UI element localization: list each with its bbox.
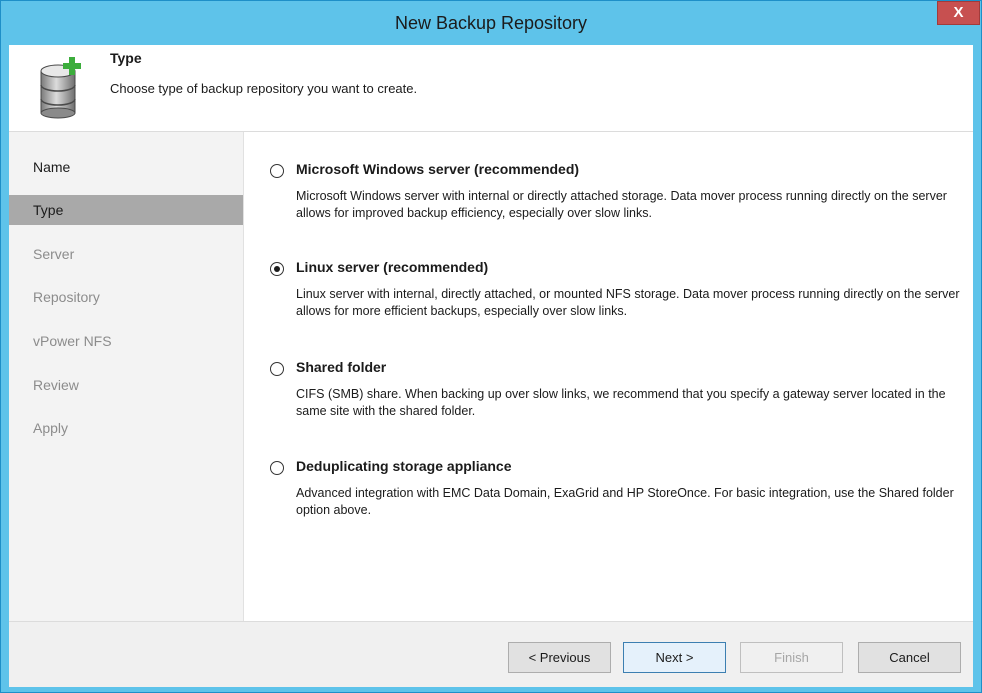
dialog-window: New Backup Repository X Type Choose type… bbox=[0, 0, 982, 693]
option-description: CIFS (SMB) share. When backing up over s… bbox=[296, 387, 946, 418]
page-title: Type bbox=[110, 50, 142, 66]
wizard-header: Type Choose type of backup repository yo… bbox=[9, 45, 973, 132]
title-bar[interactable]: New Backup Repository X bbox=[1, 1, 981, 45]
sidebar-item-server[interactable]: Server bbox=[9, 239, 243, 269]
page-description: Choose type of backup repository you wan… bbox=[110, 81, 418, 96]
shared-folder-radio[interactable] bbox=[270, 362, 284, 376]
windows-server-radio[interactable] bbox=[270, 164, 284, 178]
finish-button: Finish bbox=[740, 642, 843, 673]
option-label[interactable]: Linux server (recommended) bbox=[296, 259, 488, 275]
option-description: Linux server with internal, directly att… bbox=[296, 287, 960, 318]
option-label[interactable]: Shared folder bbox=[296, 359, 386, 375]
option-label[interactable]: Microsoft Windows server (recommended) bbox=[296, 161, 579, 177]
sidebar-item-type[interactable]: Type bbox=[9, 195, 243, 225]
sidebar-item-name[interactable]: Name bbox=[9, 152, 243, 182]
next-button[interactable]: Next > bbox=[623, 642, 726, 673]
sidebar-item-apply[interactable]: Apply bbox=[9, 413, 243, 443]
dedup-appliance-radio[interactable] bbox=[270, 461, 284, 475]
linux-server-radio[interactable] bbox=[270, 262, 284, 276]
previous-button[interactable]: < Previous bbox=[508, 642, 611, 673]
database-add-icon bbox=[40, 57, 81, 119]
option-description: Advanced integration with EMC Data Domai… bbox=[296, 486, 954, 517]
close-button[interactable]: X bbox=[937, 1, 980, 25]
sidebar-item-review[interactable]: Review bbox=[9, 370, 243, 400]
cancel-button[interactable]: Cancel bbox=[858, 642, 961, 673]
sidebar-item-repository[interactable]: Repository bbox=[9, 282, 243, 312]
wizard-steps-sidebar: Name Type Server Repository vPower NFS R… bbox=[9, 132, 244, 621]
window-title: New Backup Repository bbox=[394, 13, 588, 33]
option-label[interactable]: Deduplicating storage appliance bbox=[296, 458, 512, 474]
option-description: Microsoft Windows server with internal o… bbox=[296, 189, 947, 220]
sidebar-item-vpower-nfs[interactable]: vPower NFS bbox=[9, 326, 243, 356]
repository-type-options: Microsoft Windows server (recommended) M… bbox=[244, 132, 973, 621]
wizard-footer: < Previous Next > Finish Cancel bbox=[9, 621, 973, 687]
